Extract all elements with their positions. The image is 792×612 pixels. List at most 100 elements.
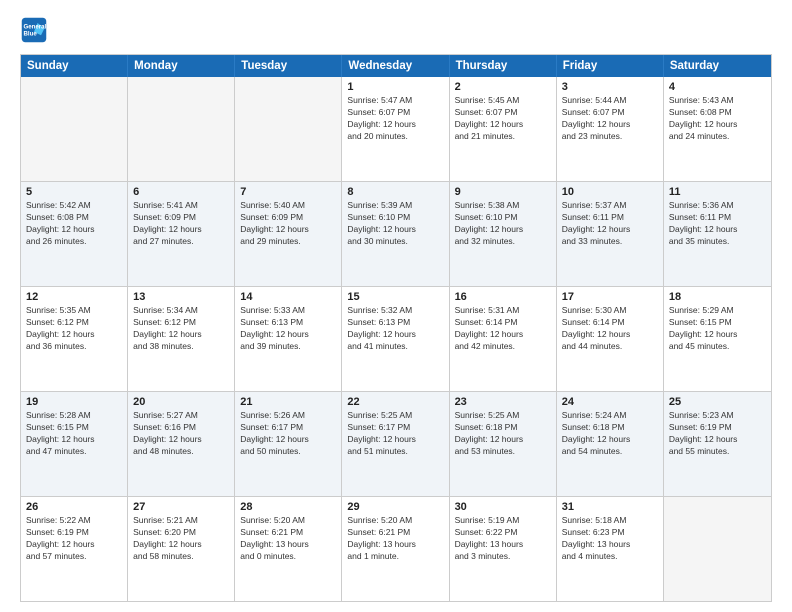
calendar-row: 5Sunrise: 5:42 AM Sunset: 6:08 PM Daylig… [21,182,771,287]
day-number: 26 [26,501,122,513]
day-number: 16 [455,291,551,303]
cell-text: Sunrise: 5:21 AM Sunset: 6:20 PM Dayligh… [133,515,229,563]
calendar-cell: 16Sunrise: 5:31 AM Sunset: 6:14 PM Dayli… [450,287,557,391]
cell-text: Sunrise: 5:18 AM Sunset: 6:23 PM Dayligh… [562,515,658,563]
calendar-cell: 15Sunrise: 5:32 AM Sunset: 6:13 PM Dayli… [342,287,449,391]
calendar-cell: 9Sunrise: 5:38 AM Sunset: 6:10 PM Daylig… [450,182,557,286]
cell-text: Sunrise: 5:43 AM Sunset: 6:08 PM Dayligh… [669,95,766,143]
cell-text: Sunrise: 5:29 AM Sunset: 6:15 PM Dayligh… [669,305,766,353]
calendar-header: SundayMondayTuesdayWednesdayThursdayFrid… [21,55,771,77]
calendar-cell: 25 Sunrise: 5:23 AM Sunset: 6:19 PM Dayli… [664,392,771,496]
weekday-header: Friday [557,55,664,77]
calendar-cell: 30Sunrise: 5:19 AM Sunset: 6:22 PM Dayli… [450,497,557,601]
logo: General Blue [20,16,52,44]
cell-text: Sunrise: 5:45 AM Sunset: 6:07 PM Dayligh… [455,95,551,143]
calendar-cell: 10 Sunrise: 5:37 AM Sunset: 6:11 PM Dayli… [557,182,664,286]
day-number: 31 [562,501,658,513]
svg-text:General: General [24,23,47,30]
svg-text:Blue: Blue [24,30,38,37]
calendar-cell: 5Sunrise: 5:42 AM Sunset: 6:08 PM Daylig… [21,182,128,286]
day-number: 28 [240,501,336,513]
header: General Blue [20,16,772,44]
day-number: 11 [669,186,766,198]
day-number: 6 [133,186,229,198]
calendar-cell: 1Sunrise: 5:47 AM Sunset: 6:07 PM Daylig… [342,77,449,181]
day-number: 25 [669,396,766,408]
weekday-header: Sunday [21,55,128,77]
day-number: 24 [562,396,658,408]
calendar-cell: 31 Sunrise: 5:18 AM Sunset: 6:23 PM Dayli… [557,497,664,601]
calendar-cell: 29 Sunrise: 5:20 AM Sunset: 6:21 PM Dayli… [342,497,449,601]
cell-text: Sunrise: 5:20 AM Sunset: 6:21 PM Dayligh… [240,515,336,563]
day-number: 14 [240,291,336,303]
calendar-cell: 3 Sunrise: 5:44 AM Sunset: 6:07 PM Daylig… [557,77,664,181]
cell-text: Sunrise: 5:44 AM Sunset: 6:07 PM Dayligh… [562,95,658,143]
calendar-cell: 26 Sunrise: 5:22 AM Sunset: 6:19 PM Dayli… [21,497,128,601]
calendar-row: 12Sunrise: 5:35 AM Sunset: 6:12 PM Dayli… [21,287,771,392]
day-number: 1 [347,81,443,93]
cell-text: Sunrise: 5:22 AM Sunset: 6:19 PM Dayligh… [26,515,122,563]
calendar-cell: 11 Sunrise: 5:36 AM Sunset: 6:11 PM Dayli… [664,182,771,286]
cell-text: Sunrise: 5:24 AM Sunset: 6:18 PM Dayligh… [562,410,658,458]
calendar-cell: 20Sunrise: 5:27 AM Sunset: 6:16 PM Dayli… [128,392,235,496]
day-number: 8 [347,186,443,198]
cell-text: Sunrise: 5:38 AM Sunset: 6:10 PM Dayligh… [455,200,551,248]
calendar-cell: 18Sunrise: 5:29 AM Sunset: 6:15 PM Dayli… [664,287,771,391]
logo-icon: General Blue [20,16,48,44]
calendar-cell: 8 Sunrise: 5:39 AM Sunset: 6:10 PM Daylig… [342,182,449,286]
cell-text: Sunrise: 5:35 AM Sunset: 6:12 PM Dayligh… [26,305,122,353]
calendar-cell: 27Sunrise: 5:21 AM Sunset: 6:20 PM Dayli… [128,497,235,601]
calendar-body: 1Sunrise: 5:47 AM Sunset: 6:07 PM Daylig… [21,77,771,601]
weekday-header: Saturday [664,55,771,77]
calendar-cell [21,77,128,181]
calendar-cell: 21 Sunrise: 5:26 AM Sunset: 6:17 PM Dayli… [235,392,342,496]
cell-text: Sunrise: 5:30 AM Sunset: 6:14 PM Dayligh… [562,305,658,353]
cell-text: Sunrise: 5:26 AM Sunset: 6:17 PM Dayligh… [240,410,336,458]
day-number: 29 [347,501,443,513]
calendar-row: 26 Sunrise: 5:22 AM Sunset: 6:19 PM Dayli… [21,497,771,601]
cell-text: Sunrise: 5:25 AM Sunset: 6:18 PM Dayligh… [455,410,551,458]
day-number: 23 [455,396,551,408]
day-number: 17 [562,291,658,303]
cell-text: Sunrise: 5:39 AM Sunset: 6:10 PM Dayligh… [347,200,443,248]
day-number: 3 [562,81,658,93]
calendar: SundayMondayTuesdayWednesdayThursdayFrid… [20,54,772,602]
weekday-header: Wednesday [342,55,449,77]
page: General Blue SundayMondayTuesdayWednesda… [0,0,792,612]
calendar-cell: 23 Sunrise: 5:25 AM Sunset: 6:18 PM Dayli… [450,392,557,496]
day-number: 19 [26,396,122,408]
day-number: 21 [240,396,336,408]
cell-text: Sunrise: 5:23 AM Sunset: 6:19 PM Dayligh… [669,410,766,458]
cell-text: Sunrise: 5:33 AM Sunset: 6:13 PM Dayligh… [240,305,336,353]
calendar-cell: 28 Sunrise: 5:20 AM Sunset: 6:21 PM Dayli… [235,497,342,601]
calendar-cell: 12Sunrise: 5:35 AM Sunset: 6:12 PM Dayli… [21,287,128,391]
calendar-cell: 7Sunrise: 5:40 AM Sunset: 6:09 PM Daylig… [235,182,342,286]
calendar-cell [664,497,771,601]
day-number: 20 [133,396,229,408]
day-number: 2 [455,81,551,93]
cell-text: Sunrise: 5:36 AM Sunset: 6:11 PM Dayligh… [669,200,766,248]
cell-text: Sunrise: 5:20 AM Sunset: 6:21 PM Dayligh… [347,515,443,563]
calendar-cell [128,77,235,181]
weekday-header: Thursday [450,55,557,77]
calendar-cell: 17 Sunrise: 5:30 AM Sunset: 6:14 PM Dayli… [557,287,664,391]
day-number: 5 [26,186,122,198]
day-number: 10 [562,186,658,198]
calendar-cell: 19Sunrise: 5:28 AM Sunset: 6:15 PM Dayli… [21,392,128,496]
day-number: 22 [347,396,443,408]
day-number: 13 [133,291,229,303]
calendar-row: 1Sunrise: 5:47 AM Sunset: 6:07 PM Daylig… [21,77,771,182]
calendar-cell [235,77,342,181]
day-number: 4 [669,81,766,93]
day-number: 30 [455,501,551,513]
calendar-row: 19Sunrise: 5:28 AM Sunset: 6:15 PM Dayli… [21,392,771,497]
calendar-cell: 13Sunrise: 5:34 AM Sunset: 6:12 PM Dayli… [128,287,235,391]
day-number: 15 [347,291,443,303]
calendar-cell: 6 Sunrise: 5:41 AM Sunset: 6:09 PM Daylig… [128,182,235,286]
calendar-cell: 14 Sunrise: 5:33 AM Sunset: 6:13 PM Dayli… [235,287,342,391]
calendar-cell: 22Sunrise: 5:25 AM Sunset: 6:17 PM Dayli… [342,392,449,496]
calendar-cell: 4 Sunrise: 5:43 AM Sunset: 6:08 PM Daylig… [664,77,771,181]
cell-text: Sunrise: 5:37 AM Sunset: 6:11 PM Dayligh… [562,200,658,248]
cell-text: Sunrise: 5:40 AM Sunset: 6:09 PM Dayligh… [240,200,336,248]
cell-text: Sunrise: 5:41 AM Sunset: 6:09 PM Dayligh… [133,200,229,248]
